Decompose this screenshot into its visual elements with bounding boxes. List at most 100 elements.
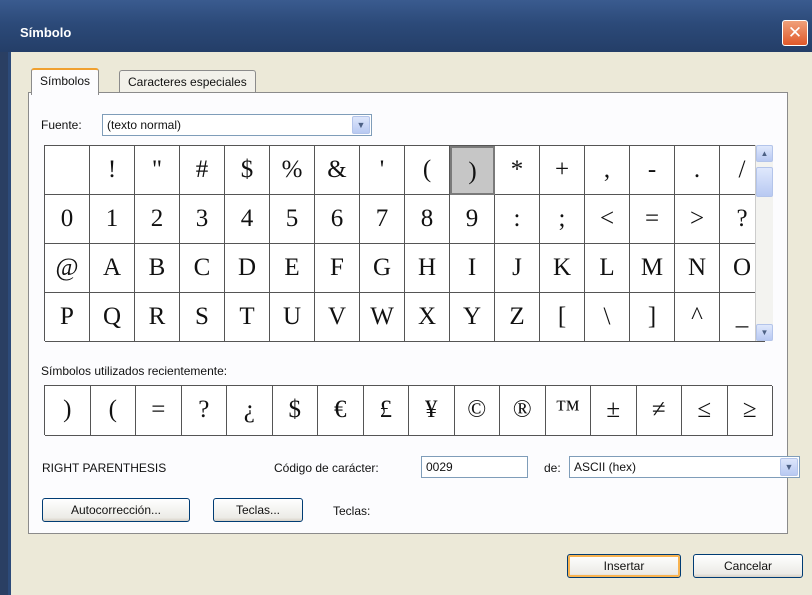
symbol-cell[interactable]: J: [495, 244, 540, 293]
recent-symbol-cell[interactable]: ®: [500, 386, 546, 436]
recent-symbol-cell[interactable]: €: [318, 386, 364, 436]
shortcut-keys-label: Teclas:: [333, 504, 371, 518]
recent-symbol-cell[interactable]: ?: [181, 386, 227, 436]
symbol-cell[interactable]: <: [585, 195, 630, 244]
scroll-down-icon[interactable]: ▼: [756, 324, 773, 341]
symbol-cell[interactable]: >: [675, 195, 720, 244]
symbol-cell[interactable]: Q: [90, 293, 135, 342]
symbol-cell[interactable]: 3: [180, 195, 225, 244]
symbol-cell[interactable]: N: [675, 244, 720, 293]
symbol-cell[interactable]: +: [540, 146, 585, 195]
symbol-cell[interactable]: ^: [675, 293, 720, 342]
symbol-cell[interactable]: ]: [630, 293, 675, 342]
symbol-cell[interactable]: Y: [450, 293, 495, 342]
symbol-cell[interactable]: 6: [315, 195, 360, 244]
tab-symbols-label: Símbolos: [40, 74, 91, 88]
recent-symbol-cell[interactable]: ¿: [227, 386, 273, 436]
symbol-cell[interactable]: G: [360, 244, 405, 293]
symbol-cell[interactable]: P: [45, 293, 90, 342]
symbol-cell[interactable]: F: [315, 244, 360, 293]
scroll-up-icon[interactable]: ▲: [756, 145, 773, 162]
recent-symbol-cell[interactable]: ≠: [636, 386, 682, 436]
symbol-cell[interactable]: @: [45, 244, 90, 293]
close-button[interactable]: ✕: [782, 20, 808, 46]
dialog-title: Símbolo: [20, 25, 72, 40]
symbol-cell[interactable]: H: [405, 244, 450, 293]
cancel-button[interactable]: Cancelar: [693, 554, 803, 578]
symbol-cell[interactable]: $: [225, 146, 270, 195]
symbol-cell[interactable]: *: [495, 146, 540, 195]
character-name: RIGHT PARENTHESIS: [42, 461, 167, 475]
symbol-cell[interactable]: R: [135, 293, 180, 342]
scroll-thumb[interactable]: [756, 167, 773, 197]
tab-special-characters-label: Caracteres especiales: [128, 75, 247, 89]
symbol-cell[interactable]: C: [180, 244, 225, 293]
symbol-cell[interactable]: E: [270, 244, 315, 293]
symbol-cell[interactable]: X: [405, 293, 450, 342]
tab-special-characters[interactable]: Caracteres especiales: [119, 70, 256, 94]
recent-symbol-cell[interactable]: ™: [545, 386, 591, 436]
symbol-cell[interactable]: [45, 146, 90, 195]
symbol-cell[interactable]: !: [90, 146, 135, 195]
symbol-cell[interactable]: .: [675, 146, 720, 195]
symbol-cell[interactable]: 1: [90, 195, 135, 244]
chevron-down-icon[interactable]: ▼: [780, 458, 798, 476]
recent-symbol-cell[interactable]: ©: [454, 386, 500, 436]
symbol-cell[interactable]: &: [315, 146, 360, 195]
symbol-cell[interactable]: 5: [270, 195, 315, 244]
symbol-grid-scrollbar[interactable]: ▲ ▼: [755, 145, 773, 341]
recent-symbol-cell[interactable]: (: [90, 386, 136, 436]
chevron-down-icon[interactable]: ▼: [352, 116, 370, 134]
symbol-cell[interactable]: Z: [495, 293, 540, 342]
symbol-cell[interactable]: [: [540, 293, 585, 342]
symbol-cell[interactable]: #: [180, 146, 225, 195]
symbol-cell[interactable]: (: [405, 146, 450, 195]
symbol-cell[interactable]: S: [180, 293, 225, 342]
symbol-cell[interactable]: \: [585, 293, 630, 342]
symbol-cell[interactable]: 0: [45, 195, 90, 244]
symbol-cell[interactable]: K: [540, 244, 585, 293]
symbol-cell[interactable]: =: [630, 195, 675, 244]
recent-symbol-cell[interactable]: ): [45, 386, 91, 436]
autocorrect-button[interactable]: Autocorrección...: [42, 498, 190, 522]
symbol-cell[interactable]: W: [360, 293, 405, 342]
symbol-cell[interactable]: 4: [225, 195, 270, 244]
symbol-cell[interactable]: 9: [450, 195, 495, 244]
font-select[interactable]: (texto normal) ▼: [102, 114, 372, 136]
symbol-cell[interactable]: A: [90, 244, 135, 293]
recent-symbol-cell[interactable]: ¥: [409, 386, 455, 436]
recent-symbol-cell[interactable]: ±: [591, 386, 637, 436]
symbol-cell[interactable]: ,: [585, 146, 630, 195]
symbol-cell[interactable]: 8: [405, 195, 450, 244]
symbol-cell[interactable]: -: [630, 146, 675, 195]
recent-symbol-cell[interactable]: ≥: [727, 386, 773, 436]
from-select[interactable]: ASCII (hex) ▼: [569, 456, 800, 478]
char-code-label: Código de carácter:: [274, 461, 379, 475]
recent-symbol-cell[interactable]: $: [272, 386, 318, 436]
symbol-cell[interactable]: :: [495, 195, 540, 244]
symbol-cell[interactable]: ": [135, 146, 180, 195]
recent-symbol-cell[interactable]: £: [363, 386, 409, 436]
symbol-cell[interactable]: I: [450, 244, 495, 293]
tab-symbols[interactable]: Símbolos: [31, 68, 100, 95]
symbol-grid[interactable]: ! " # $% & '() * +, -./0 1 2 3 4 5 6 7 8 9:; < = >? @ A B C D E F G H…: [44, 145, 765, 342]
symbol-cell[interactable]: 7: [360, 195, 405, 244]
recent-symbol-cell[interactable]: ≤: [682, 386, 728, 436]
symbol-cell[interactable]: ;: [540, 195, 585, 244]
char-code-input[interactable]: 0029: [421, 456, 528, 478]
symbol-cell[interactable]: ): [450, 146, 495, 195]
symbol-cell[interactable]: L: [585, 244, 630, 293]
symbol-cell[interactable]: T: [225, 293, 270, 342]
recent-symbols-grid[interactable]: )(=? ¿ $ € £ ¥ © ® ™ ± ≠ ≤ ≥: [44, 385, 773, 436]
symbol-cell[interactable]: D: [225, 244, 270, 293]
symbol-cell[interactable]: %: [270, 146, 315, 195]
symbol-cell[interactable]: U: [270, 293, 315, 342]
recent-symbol-cell[interactable]: =: [136, 386, 182, 436]
symbol-cell[interactable]: M: [630, 244, 675, 293]
insert-button[interactable]: Insertar: [567, 554, 681, 578]
symbol-cell[interactable]: ': [360, 146, 405, 195]
symbol-cell[interactable]: B: [135, 244, 180, 293]
symbol-cell[interactable]: V: [315, 293, 360, 342]
symbol-cell[interactable]: 2: [135, 195, 180, 244]
shortcut-keys-button[interactable]: Teclas...: [213, 498, 303, 522]
